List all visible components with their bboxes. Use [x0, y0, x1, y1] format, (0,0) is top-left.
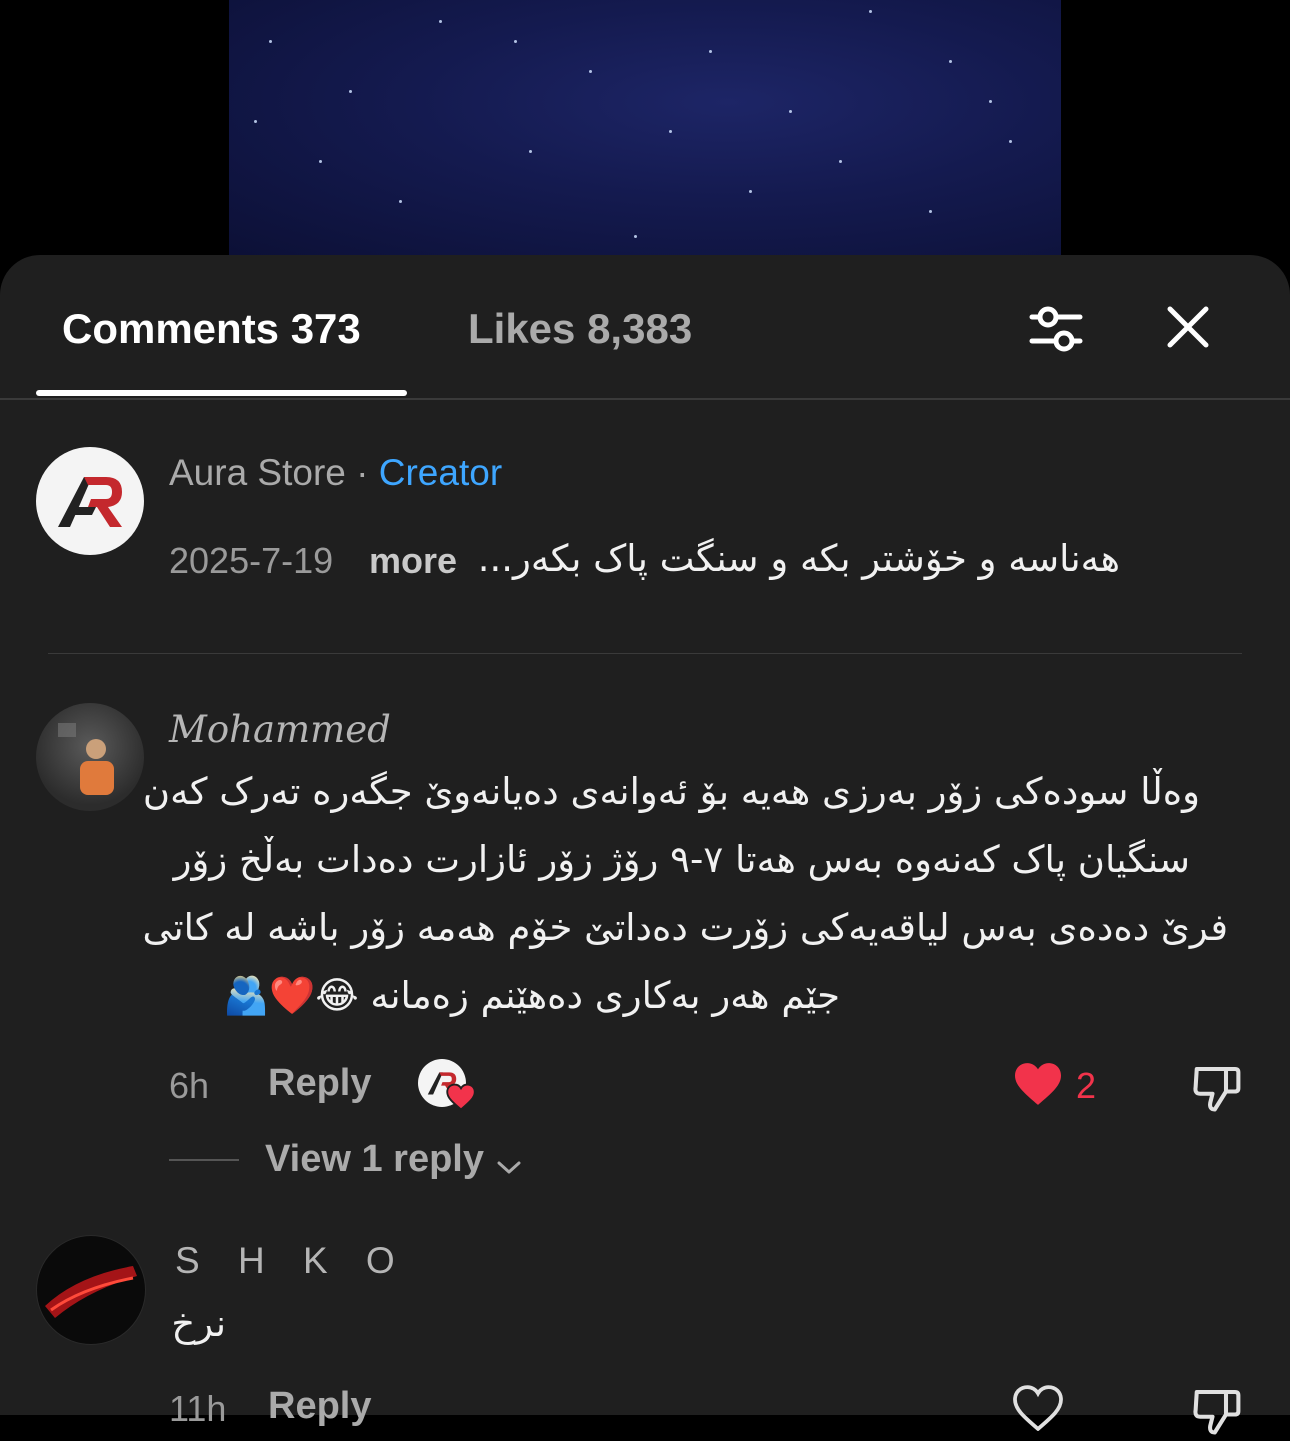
- close-icon: [1167, 306, 1209, 348]
- creator-badge: Creator: [378, 452, 503, 493]
- name-separator: ·: [345, 452, 379, 493]
- filter-button[interactable]: [1026, 299, 1086, 359]
- shko-avatar[interactable]: [36, 1235, 146, 1345]
- aura-logo-icon: [58, 477, 122, 527]
- tab-likes[interactable]: Likes 8,383: [468, 305, 692, 353]
- pinned-author-name[interactable]: Aura Store: [169, 452, 346, 493]
- comment-line: فرێ دەدەی بەس لیاقەیەکی زۆرت دەداتێ خۆم …: [142, 906, 1228, 949]
- comment-time: 11h: [169, 1388, 227, 1429]
- comment-author[interactable]: S H K O: [175, 1240, 409, 1282]
- comment-line: نرخ: [171, 1302, 226, 1345]
- heart-icon: [1015, 1063, 1061, 1105]
- thumbs-down-icon: [1193, 1389, 1241, 1435]
- reply-button[interactable]: Reply: [268, 1385, 371, 1428]
- mohammed-avatar[interactable]: [36, 703, 144, 811]
- close-button[interactable]: [1160, 299, 1216, 355]
- pinned-author-line: Aura Store · Creator: [169, 452, 502, 494]
- like-button[interactable]: 2: [1012, 1061, 1112, 1111]
- comments-sheet: Comments 373 Likes 8,383 Aura Store · Cr…: [0, 255, 1290, 1435]
- comment-line: سنگیان پاک کەنەوە بەس هەتا ٧-٩ رۆژ زۆر ئ…: [173, 838, 1190, 881]
- video-preview[interactable]: [229, 0, 1061, 256]
- tab-comments[interactable]: Comments 373: [62, 305, 361, 353]
- filter-sliders-icon: [1029, 306, 1083, 352]
- active-tab-indicator: [36, 390, 407, 396]
- car-light-photo-icon: [45, 1266, 137, 1318]
- view-replies-button[interactable]: View 1 reply: [265, 1138, 523, 1182]
- dislike-button[interactable]: [1190, 1383, 1244, 1437]
- pinned-comment-text: هەناسە و خۆشتر بکە و سنگت پاک بکەر...: [477, 537, 1120, 580]
- creator-hearted-badge: [418, 1059, 476, 1113]
- like-count: 2: [1076, 1065, 1097, 1106]
- pinned-divider: [48, 653, 1242, 654]
- heart-outline-icon: [1013, 1385, 1063, 1432]
- replies-connector-line: [169, 1159, 239, 1161]
- comment-line: وەڵا سودەکی زۆر بەرزی هەیە بۆ ئەوانەی دە…: [142, 770, 1200, 813]
- person-photo-icon: [58, 723, 114, 795]
- view-replies-label: View 1 reply: [265, 1138, 484, 1180]
- heart-icon: [446, 1083, 476, 1111]
- comment-line: جێم هەر بەکاری دەهێنم زەمانە 😂❤️🫂: [223, 974, 840, 1017]
- pinned-date: 2025-7-19: [169, 540, 334, 581]
- chevron-down-icon: [497, 1161, 521, 1173]
- comment-author[interactable]: Mohammed: [169, 708, 391, 751]
- thumbs-down-icon: [1193, 1066, 1241, 1112]
- reply-button[interactable]: Reply: [268, 1062, 371, 1105]
- tab-bar: Comments 373 Likes 8,383: [0, 255, 1290, 400]
- more-link[interactable]: more: [369, 540, 457, 582]
- aura-store-avatar[interactable]: [36, 447, 144, 555]
- comment-time: 6h: [169, 1065, 210, 1106]
- like-button[interactable]: [1012, 1385, 1064, 1432]
- dislike-button[interactable]: [1190, 1060, 1244, 1114]
